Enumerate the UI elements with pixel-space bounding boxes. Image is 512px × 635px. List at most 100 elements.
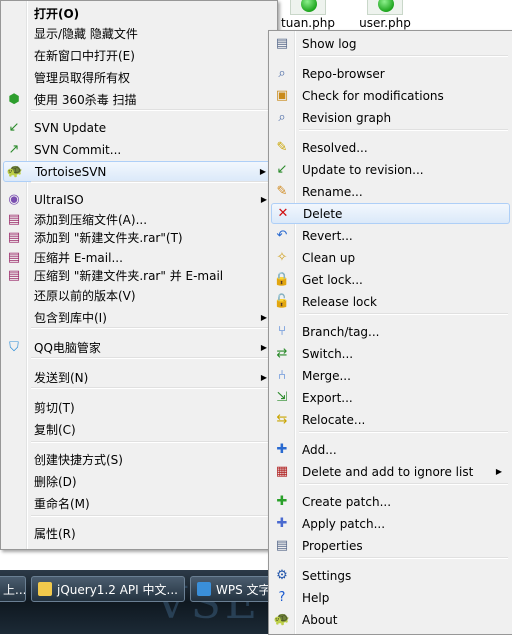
menu-item-release-lock[interactable]: 🔓 Release lock bbox=[271, 291, 510, 312]
menu-item-label: SVN Update bbox=[34, 120, 107, 135]
submenu-arrow-icon: ▶ bbox=[260, 195, 267, 204]
menu-item-m[interactable]: 重命名(M) bbox=[3, 493, 275, 514]
menu-item-delete[interactable]: ✕ Delete bbox=[271, 203, 510, 224]
show-log-icon: ▤ bbox=[275, 35, 289, 51]
menu-item-label: Export... bbox=[302, 390, 353, 405]
menu-item-label: 剪切(T) bbox=[34, 401, 75, 415]
menu-separator bbox=[299, 483, 508, 485]
menu-item-tortoisesvn[interactable]: 🐢 TortoiseSVN ▶ bbox=[3, 161, 275, 182]
menu-item-label: About bbox=[302, 612, 338, 627]
menu-item-label: 还原以前的版本(V) bbox=[34, 289, 136, 303]
menu-item-settings[interactable]: ⚙ Settings bbox=[271, 565, 510, 586]
menu-item-label: Properties bbox=[302, 538, 363, 553]
menu-item-label: Add... bbox=[302, 442, 337, 457]
cleanup-icon: ✧ bbox=[276, 249, 288, 265]
menu-item-label: 打开(O) bbox=[34, 7, 80, 21]
menu-item-relocate[interactable]: ⇆ Relocate... bbox=[271, 409, 510, 430]
menu-item-add[interactable]: ✚ Add... bbox=[271, 439, 510, 460]
menu-item-c[interactable]: 复制(C) bbox=[3, 419, 275, 440]
taskbar-button-label: jQuery1.2 API 中文... bbox=[57, 582, 178, 597]
menu-item-label: 添加到 "新建文件夹.rar"(T) bbox=[34, 231, 183, 245]
menu-item-merge[interactable]: ⑃ Merge... bbox=[271, 365, 510, 386]
menu-item-label: Delete and add to ignore list bbox=[302, 464, 474, 479]
file-icon-tuan[interactable]: tuan.php bbox=[268, 0, 348, 30]
file-name: tuan.php bbox=[281, 16, 335, 30]
menu-separator bbox=[31, 327, 273, 329]
menu-item-d[interactable]: 删除(D) bbox=[3, 471, 275, 492]
menu-item-about[interactable]: 🐢 About bbox=[271, 609, 510, 630]
wps-icon bbox=[197, 582, 211, 596]
menu-item-label: Show log bbox=[302, 36, 357, 51]
menu-item-check-for-modifications[interactable]: ▣ Check for modifications bbox=[271, 85, 510, 106]
menu-item-update-to-revision[interactable]: ↙ Update to revision... bbox=[271, 159, 510, 180]
menu-item-switch[interactable]: ⇄ Switch... bbox=[271, 343, 510, 364]
menu-item-360[interactable]: ⬢ 使用 360杀毒 扫描 bbox=[3, 89, 275, 110]
menu-item-ultraiso[interactable]: ◉ UltraISO ▶ bbox=[3, 189, 275, 210]
php-file-icon bbox=[290, 0, 326, 15]
taskbar-button-wps[interactable]: WPS 文字 bbox=[190, 576, 274, 602]
menu-item-s[interactable]: 创建快捷方式(S) bbox=[3, 449, 275, 470]
menu-item-r[interactable]: 属性(R) bbox=[3, 523, 275, 544]
menu-item-revert[interactable]: ↶ Revert... bbox=[271, 225, 510, 246]
menu-item-svn-commit[interactable]: ↗ SVN Commit... bbox=[3, 139, 275, 160]
menu-item-show-log[interactable]: ▤ Show log bbox=[271, 33, 510, 54]
menu-item-e[interactable]: 在新窗口中打开(E) bbox=[3, 45, 275, 66]
repo-browser-icon: ⌕ bbox=[278, 65, 286, 81]
menu-item-item-1[interactable]: 显示/隐藏 隐藏文件 bbox=[3, 23, 275, 44]
taskbar-button[interactable]: 上... bbox=[0, 576, 26, 602]
ignore-icon: ▦ bbox=[275, 463, 289, 479]
submenu-arrow-icon: ▶ bbox=[495, 467, 502, 476]
menu-separator bbox=[31, 181, 273, 183]
menu-item-label: Apply patch... bbox=[302, 516, 386, 531]
menu-item-label: Settings bbox=[302, 568, 352, 583]
winrar-icon: ▤ bbox=[7, 249, 21, 265]
properties-icon: ▤ bbox=[275, 537, 289, 553]
menu-item-rar-e-mail[interactable]: ▤ 压缩到 "新建文件夹.rar" 并 E-mail bbox=[3, 265, 275, 286]
menu-item-resolved[interactable]: ✎ Resolved... bbox=[271, 137, 510, 158]
taskbar-button-label: WPS 文字 bbox=[216, 582, 271, 597]
menu-separator bbox=[299, 55, 508, 57]
submenu-arrow-icon: ▶ bbox=[260, 373, 267, 382]
menu-item-item-3[interactable]: 管理员取得所有权 bbox=[3, 67, 275, 88]
menu-item-get-lock[interactable]: 🔒 Get lock... bbox=[271, 269, 510, 290]
menu-item-help[interactable]: ? Help bbox=[271, 587, 510, 608]
menu-item-o[interactable]: 打开(O) bbox=[3, 3, 275, 24]
menu-item-v[interactable]: 还原以前的版本(V) bbox=[3, 285, 275, 306]
menu-item-svn-update[interactable]: ↙ SVN Update bbox=[3, 117, 275, 138]
menu-item-delete-and-add-to-ignore-list[interactable]: ▦ Delete and add to ignore list ▶ bbox=[271, 461, 510, 482]
menu-item-label: Clean up bbox=[302, 250, 356, 265]
menu-item-rar-t[interactable]: ▤ 添加到 "新建文件夹.rar"(T) bbox=[3, 227, 275, 248]
menu-item-t[interactable]: 剪切(T) bbox=[3, 397, 275, 418]
menu-separator bbox=[299, 129, 508, 131]
menu-item-label: Release lock bbox=[302, 294, 377, 309]
menu-item-label: 使用 360杀毒 扫描 bbox=[34, 93, 137, 107]
menu-item-label: Help bbox=[302, 590, 330, 605]
menu-item-export[interactable]: ⇲ Export... bbox=[271, 387, 510, 408]
menu-item-label: Update to revision... bbox=[302, 162, 424, 177]
tortoisesvn-submenu: ▤ Show log ⌕ Repo-browser ▣ Check for modific… bbox=[268, 30, 512, 635]
menu-item-label: 创建快捷方式(S) bbox=[34, 453, 123, 467]
menu-item-label: 删除(D) bbox=[34, 475, 77, 489]
menu-item-properties[interactable]: ▤ Properties bbox=[271, 535, 510, 556]
menu-item-branch-tag[interactable]: ⑂ Branch/tag... bbox=[271, 321, 510, 342]
menu-separator bbox=[31, 109, 273, 111]
menu-item-label: 管理员取得所有权 bbox=[34, 71, 131, 85]
menu-item-qq[interactable]: ⛉ QQ电脑管家 ▶ bbox=[3, 337, 275, 358]
menu-item-create-patch[interactable]: ✚ Create patch... bbox=[271, 491, 510, 512]
file-icon-user[interactable]: user.php bbox=[345, 0, 425, 30]
menu-item-repo-browser[interactable]: ⌕ Repo-browser bbox=[271, 63, 510, 84]
menu-item-label: Create patch... bbox=[302, 494, 392, 509]
menu-separator bbox=[299, 557, 508, 559]
menu-item-clean-up[interactable]: ✧ Clean up bbox=[271, 247, 510, 268]
menu-item-revision-graph[interactable]: ⌕ Revision graph bbox=[271, 107, 510, 128]
menu-item-n[interactable]: 发送到(N) ▶ bbox=[3, 367, 275, 388]
menu-item-label: Merge... bbox=[302, 368, 351, 383]
menu-separator bbox=[299, 313, 508, 315]
submenu-arrow-icon: ▶ bbox=[259, 167, 266, 176]
menu-item-rename[interactable]: ✎ Rename... bbox=[271, 181, 510, 202]
taskbar-button-jquery[interactable]: jQuery1.2 API 中文... bbox=[31, 576, 185, 602]
menu-item-i[interactable]: 包含到库中(I) ▶ bbox=[3, 307, 275, 328]
menu-item-apply-patch[interactable]: ✚ Apply patch... bbox=[271, 513, 510, 534]
menu-item-label: QQ电脑管家 bbox=[34, 341, 101, 355]
menu-separator bbox=[31, 515, 273, 517]
